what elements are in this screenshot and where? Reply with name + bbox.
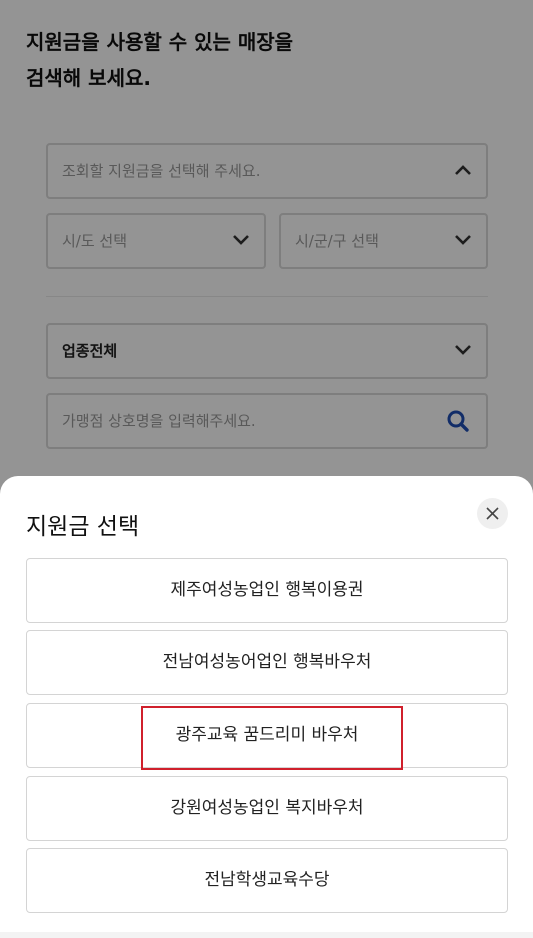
voucher-bottom-sheet: 지원금 선택 제주여성농업인 행복이용권 전남여성농어업인 행복바우처 광주교육…	[0, 476, 533, 938]
sheet-title: 지원금 선택	[26, 514, 140, 540]
highlight-box	[141, 706, 403, 770]
voucher-option-label: 전남여성농어업인 행복바우처	[162, 652, 372, 672]
close-button[interactable]	[477, 498, 508, 529]
voucher-option-label: 전남학생교육수당	[204, 870, 330, 890]
voucher-option[interactable]: 전남학생교육수당	[26, 848, 508, 913]
voucher-option-label: 제주여성농업인 행복이용권	[170, 580, 364, 600]
voucher-option[interactable]: 제주여성농업인 행복이용권	[26, 558, 508, 623]
bottom-strip	[0, 932, 533, 938]
voucher-option[interactable]: 강원여성농업인 복지바우처	[26, 776, 508, 841]
voucher-option-label: 강원여성농업인 복지바우처	[170, 798, 364, 818]
voucher-option[interactable]: 전남여성농어업인 행복바우처	[26, 630, 508, 695]
close-icon	[486, 507, 499, 520]
